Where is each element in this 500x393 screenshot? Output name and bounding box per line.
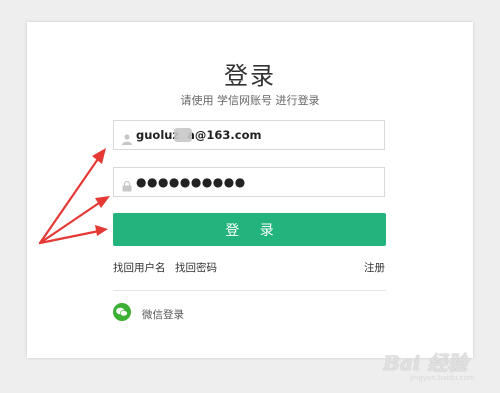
forgot-password-link[interactable]: 找回密码 <box>175 260 217 275</box>
register-link[interactable]: 注册 <box>364 260 385 275</box>
wechat-icon[interactable] <box>113 303 131 321</box>
lock-icon <box>122 177 132 192</box>
baidu-watermark: Bai 经验 jingyan.baidu.com <box>380 342 495 388</box>
password-input[interactable] <box>136 172 376 192</box>
forgot-username-link[interactable]: 找回用户名 <box>113 260 166 275</box>
login-button[interactable]: 登 录 <box>113 213 386 246</box>
login-subtitle: 请使用 学信网账号 进行登录 <box>180 94 320 107</box>
login-card: 登录 请使用 学信网账号 进行登录 登 录 找回用户名 找回密码 注册 微信登录 <box>27 22 473 358</box>
divider <box>113 290 386 291</box>
watermark-logo: Bai 经验 <box>383 351 468 375</box>
page-title: 登录 <box>224 62 276 90</box>
username-field[interactable] <box>113 120 385 150</box>
password-field[interactable] <box>113 167 385 197</box>
redacted-mask <box>174 128 192 142</box>
wechat-login-link[interactable]: 微信登录 <box>142 307 184 322</box>
watermark-url: jingyan.baidu.com <box>410 374 475 382</box>
username-input[interactable] <box>136 125 376 145</box>
user-icon <box>122 130 132 145</box>
